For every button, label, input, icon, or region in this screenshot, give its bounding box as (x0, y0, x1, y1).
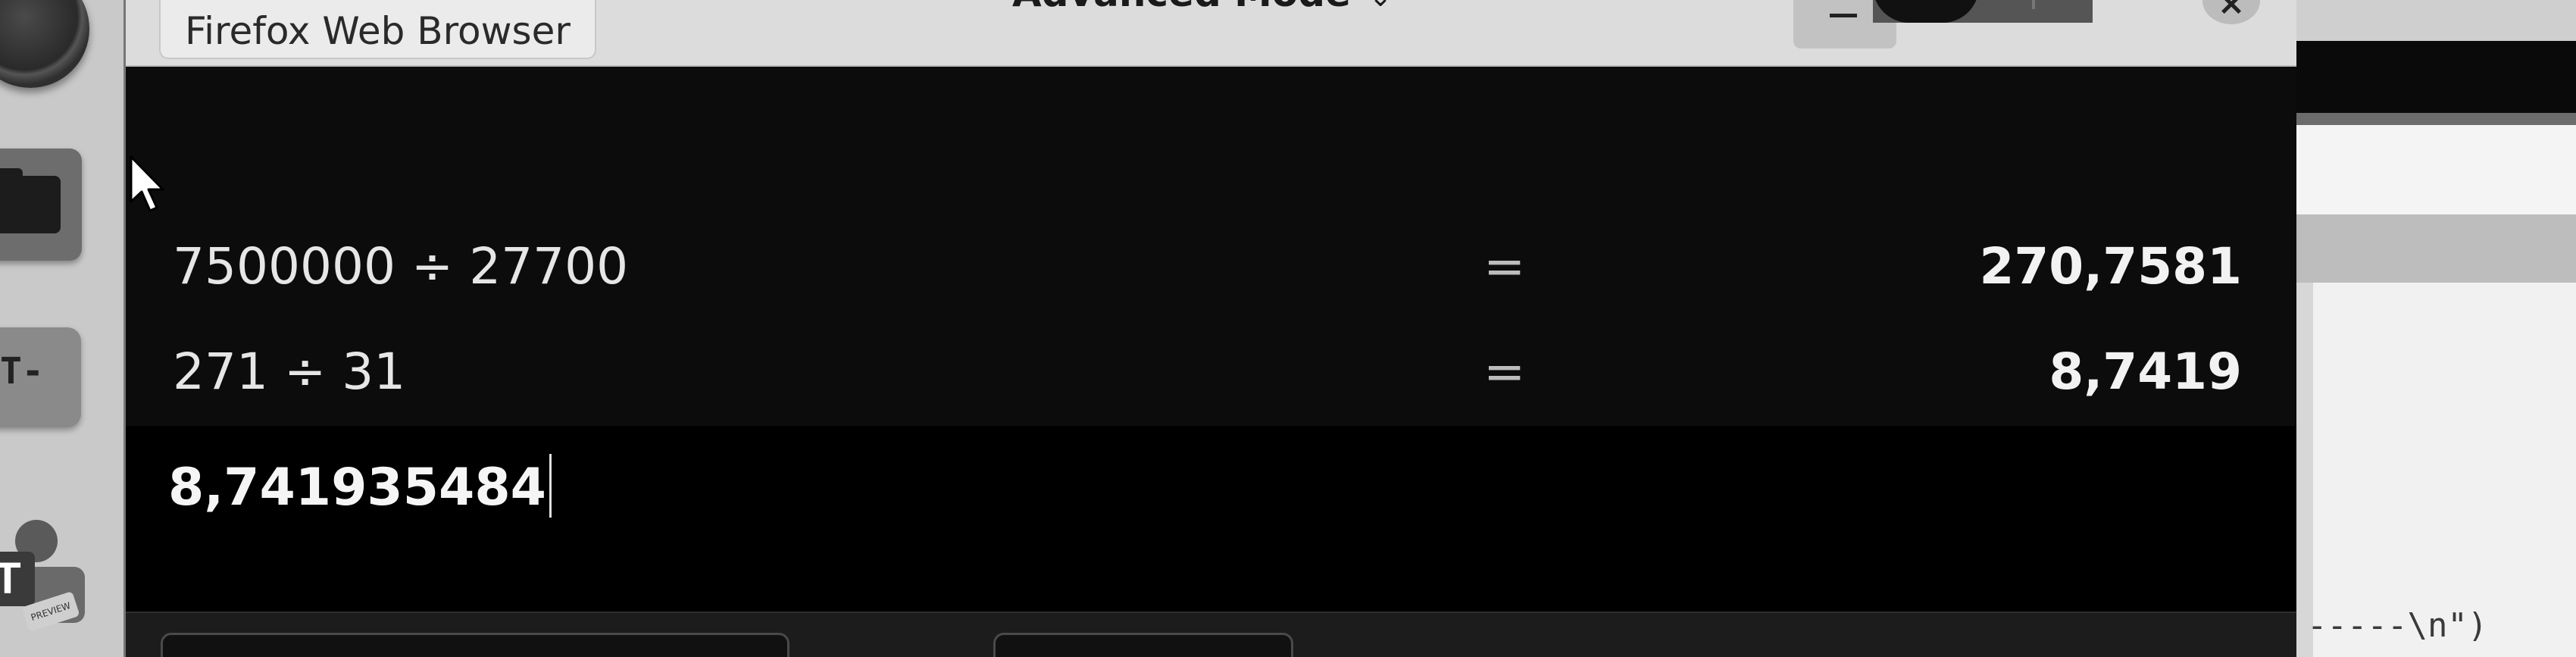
background-window-toolbar (2296, 125, 2576, 214)
background-window-titlebar (2296, 0, 2576, 41)
dock: T- T PREVIEW (0, 0, 127, 657)
background-window: -----\n") (2296, 0, 2576, 657)
background-window-divider (2296, 113, 2576, 125)
desktop: T- T PREVIEW Firefox Web Browser Advance… (0, 0, 2576, 657)
background-window-gutter (2296, 283, 2313, 657)
mode-title-label: Advanced Mode (1012, 0, 1351, 15)
history-row[interactable]: 271 ÷ 31 = 8,7419 (126, 320, 2299, 428)
calculator-window: Firefox Web Browser Advanced Mode ⌄ × 750… (123, 0, 2299, 657)
text-caret (549, 454, 552, 518)
titlebar: Firefox Web Browser Advanced Mode ⌄ × (126, 0, 2299, 67)
close-button[interactable]: × (2202, 0, 2260, 24)
terminal-icon[interactable]: T- (0, 327, 81, 427)
keypad-button[interactable] (993, 633, 1293, 657)
history-expression: 7500000 ÷ 27700 (173, 237, 629, 296)
app-icon[interactable] (0, 0, 89, 88)
teams-letter: T (0, 552, 35, 606)
history-equals: = (1483, 343, 1526, 401)
window-controls-overlay (1873, 0, 2093, 23)
keypad-area (126, 612, 2299, 657)
teams-icon[interactable]: T PREVIEW (0, 509, 94, 637)
folder-icon[interactable] (0, 149, 82, 261)
chevron-down-icon: ⌄ (1369, 0, 1392, 13)
close-icon: × (2217, 0, 2246, 23)
history-row[interactable]: 7500000 ÷ 27700 = 270,7581 (126, 214, 2299, 321)
overlay-divider (2032, 0, 2035, 9)
code-line: -----\n") (2307, 606, 2488, 645)
background-window-editor (2296, 283, 2576, 657)
minimize-icon (1830, 14, 1857, 17)
calculator-input-text: 8,741935484 (168, 458, 546, 518)
background-window-dark-bar (2296, 41, 2576, 113)
mode-selector[interactable]: Advanced Mode ⌄ (1012, 0, 1392, 15)
terminal-icon-text: T- (0, 350, 44, 393)
background-window-tabstrip (2296, 214, 2576, 283)
history-expression: 271 ÷ 31 (173, 343, 406, 401)
overlay-shape (1873, 0, 1979, 23)
history-result: 270,7581 (1979, 237, 2242, 296)
firefox-tooltip-tab[interactable]: Firefox Web Browser (159, 0, 596, 59)
mouse-pointer-icon (130, 155, 164, 212)
history-result: 8,7419 (2049, 343, 2242, 401)
folder-body-shape (0, 176, 61, 233)
keypad-button[interactable] (161, 633, 789, 657)
calculator-input-area[interactable]: 8,741935484 (126, 426, 2299, 612)
calculator-input[interactable]: 8,741935484 (168, 454, 552, 522)
history-equals: = (1483, 237, 1526, 296)
